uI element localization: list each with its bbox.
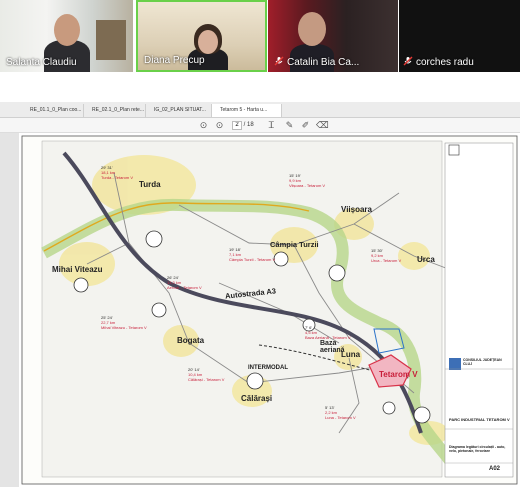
drawing-title: Diagrama legături circulații - auto, vel… bbox=[449, 445, 506, 453]
distance-callout: 15' 19' 9,9 km Viișoara - Tetarom V bbox=[289, 173, 326, 188]
participant-name: corches radu bbox=[403, 56, 474, 68]
tab-label: Tetarom 5 - Harta u... bbox=[220, 107, 268, 113]
draw-pen-icon[interactable]: ✎ bbox=[284, 120, 295, 131]
distance-callout: 19' 18' 7,1 km Câmpia Turzii - Tetarom V bbox=[229, 247, 276, 262]
select-text-icon[interactable]: Ꮖ bbox=[266, 120, 277, 131]
page-down-icon[interactable]: ⊙ bbox=[214, 120, 225, 131]
person-face bbox=[298, 12, 326, 46]
participant-name-text: Catalin Bia Ca... bbox=[287, 57, 360, 68]
mic-muted-icon bbox=[403, 56, 413, 66]
tab-label: IG_02_PLAN SITUAT... bbox=[154, 107, 206, 113]
bookshelf bbox=[96, 20, 126, 60]
participant-tile[interactable]: Diana Precup bbox=[136, 0, 267, 72]
person-face bbox=[54, 14, 80, 46]
client-name: CONSILIUL JUDEȚEAN CLUJ bbox=[463, 358, 502, 366]
document-tab-bar: RE_01.1_0_Plan coo... RE_02.1_0_Plan ret… bbox=[0, 102, 520, 118]
distance-callout: 25' 24' 22,7 km Mihai Viteazu - Tetarom V bbox=[101, 315, 147, 330]
page-number-input[interactable] bbox=[232, 120, 242, 130]
mic-muted-icon bbox=[274, 56, 284, 66]
sheet-number: A02 bbox=[489, 466, 501, 472]
participant-tile[interactable]: Salanta Claudiu bbox=[0, 0, 133, 72]
city-label: Bogata bbox=[177, 336, 205, 345]
highlight-icon[interactable]: ✐ bbox=[300, 120, 311, 131]
distance-callout: 26' 24' 13,3 km Aerodr. - Tetarom V bbox=[167, 275, 202, 290]
city-label: Urca bbox=[417, 255, 435, 264]
pdf-toolbar: ⊙ ⊙ / 18 Ꮖ ✎ ✐ ⌫ bbox=[0, 118, 520, 133]
blank-area bbox=[0, 72, 520, 102]
project-name: PARC INDUSTRIAL TETAROM V bbox=[449, 417, 510, 422]
person-face bbox=[198, 30, 218, 54]
city-label: Călărași bbox=[241, 394, 273, 403]
participant-name: Diana Precup bbox=[144, 55, 205, 66]
airport-label: Baza aeriană bbox=[320, 340, 345, 354]
tab-document[interactable]: IG_02_PLAN SITUAT... bbox=[146, 104, 212, 117]
page-total: / 18 bbox=[243, 122, 254, 128]
city-label: Mihai Viteazu bbox=[52, 265, 103, 274]
tab-document[interactable]: RE_02.1_0_Plan rete... bbox=[84, 104, 146, 117]
tab-document-active[interactable]: Tetarom 5 - Harta u... bbox=[212, 104, 282, 117]
participant-name-text: corches radu bbox=[416, 57, 474, 68]
map-sheet: Turda Viișoara Câmpia Turzii Urca Mihai … bbox=[19, 133, 520, 487]
participant-name: Salanta Claudiu bbox=[6, 57, 77, 68]
participant-tile[interactable]: corches radu bbox=[399, 0, 520, 72]
participants-strip: Salanta Claudiu Diana Precup Catalin Bia… bbox=[0, 0, 520, 72]
distance-callout: 15' 30' 9,2 km Urca - Tetarom V bbox=[371, 248, 402, 263]
erase-icon[interactable]: ⌫ bbox=[316, 120, 329, 131]
intermodal-label: INTERMODAL bbox=[248, 365, 288, 371]
city-label: Tetarom V bbox=[379, 370, 418, 379]
participant-tile[interactable]: Catalin Bia Ca... bbox=[268, 0, 398, 72]
highway-label: Autostrada A3 bbox=[224, 286, 277, 301]
tab-label: RE_01.1_0_Plan coo... bbox=[30, 107, 82, 113]
city-label: Câmpia Turzii bbox=[270, 240, 319, 249]
page-up-icon[interactable]: ⊙ bbox=[198, 120, 209, 131]
distance-callout: 5' 13' 2,2 km Luna - Tetarom V bbox=[325, 405, 356, 420]
distance-callout: 20' 14' 10,4 km Călărași - Tetarom V bbox=[188, 367, 225, 382]
tab-label: RE_02.1_0_Plan rete... bbox=[92, 107, 144, 113]
distance-callout: 7' 6' 4,5 km Baza Aeriană - Tetarom V bbox=[305, 325, 351, 340]
participant-name: Catalin Bia Ca... bbox=[274, 56, 359, 68]
tab-document[interactable]: RE_01.1_0_Plan coo... bbox=[22, 104, 84, 117]
city-label: Turda bbox=[139, 180, 161, 189]
map-labels: Turda Viișoara Câmpia Turzii Urca Mihai … bbox=[19, 133, 520, 487]
page-indicator: / 18 bbox=[232, 120, 254, 131]
distance-callout: 29' 31' 18,1 km Turda - Tetarom V bbox=[101, 165, 134, 180]
city-label: Viișoara bbox=[341, 205, 372, 214]
